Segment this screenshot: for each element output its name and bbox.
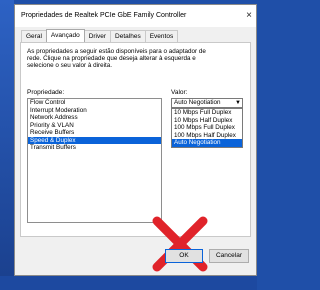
window-title: Propriedades de Realtek PCIe GbE Family … [21,12,187,19]
property-list[interactable]: Flow Control Interrupt Moderation Networ… [27,98,162,223]
value-select[interactable]: Auto Negotiation ▼ [171,98,243,108]
property-item[interactable]: Transmit Buffers [28,144,161,152]
property-item-selected[interactable]: Speed & Duplex [28,136,161,144]
value-option[interactable]: 10 Mbps Half Duplex [172,117,242,125]
description-text: As propriedades a seguir estão disponíve… [27,48,237,69]
property-item[interactable]: Priority & VLAN [28,122,161,130]
property-item[interactable]: Network Address [28,114,161,122]
property-item[interactable]: Interrupt Moderation [28,107,161,115]
red-x-icon [152,216,208,272]
value-option[interactable]: 100 Mbps Half Duplex [172,132,242,140]
cancel-button[interactable]: Cancelar [209,249,249,263]
description-line: rede. Clique na propriedade que deseja a… [27,55,196,62]
desktop-backdrop-bottom [0,276,257,290]
tab-avancado[interactable]: Avançado [45,29,85,43]
value-select-text: Auto Negotiation [174,99,221,106]
advanced-panel: As propriedades a seguir estão disponíve… [20,42,251,272]
close-button[interactable]: × [242,5,256,27]
chevron-down-icon[interactable]: ▼ [235,99,241,107]
title-bar: Propriedades de Realtek PCIe GbE Family … [15,5,256,27]
value-dropdown-list[interactable]: 10 Mbps Full Duplex 10 Mbps Half Duplex … [171,108,243,148]
description-line: As propriedades a seguir estão disponíve… [27,48,206,55]
property-item[interactable]: Receive Buffers [28,129,161,137]
tab-geral[interactable]: Geral [21,30,47,42]
value-label: Valor: [171,89,188,96]
desktop-backdrop [0,0,14,290]
tab-eventos[interactable]: Eventos [144,30,179,42]
ok-button[interactable]: OK [165,249,203,263]
property-item[interactable]: Flow Control [28,99,161,107]
value-option[interactable]: 100 Mbps Full Duplex [172,124,242,132]
property-label: Propriedade: [27,89,65,96]
tab-driver[interactable]: Driver [83,30,112,42]
value-option[interactable]: 10 Mbps Full Duplex [172,109,242,117]
description-line: selecione o seu valor à direita. [27,62,113,69]
tab-strip: Geral Avançado Driver Detalhes Eventos [21,29,179,43]
value-option-highlighted[interactable]: Auto Negotiation [172,139,242,147]
tab-detalhes[interactable]: Detalhes [110,30,146,42]
properties-dialog: Propriedades de Realtek PCIe GbE Family … [14,4,257,276]
